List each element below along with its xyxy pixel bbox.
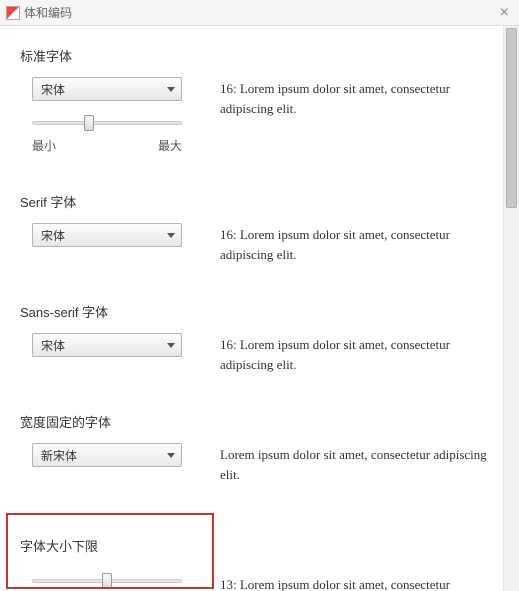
fixed-controls: 新宋体 xyxy=(20,443,190,467)
serif-controls: 宋体 xyxy=(20,223,190,247)
minsize-controls xyxy=(20,573,190,589)
section-sansserif: Sans-serif 字体 宋体 16: Lorem ipsum dolor s… xyxy=(20,302,489,374)
sansserif-title: Sans-serif 字体 xyxy=(20,302,489,321)
slider-thumb[interactable] xyxy=(102,573,112,589)
section-standard: 标准字体 宋体 最小 最大 16: Lorem ip xyxy=(20,46,489,154)
chevron-down-icon xyxy=(167,453,175,458)
slider-thumb[interactable] xyxy=(84,115,94,131)
titlebar-left: 体和编码 xyxy=(6,4,72,21)
slider-min-label: 最小 xyxy=(32,137,56,154)
fixed-sample: Lorem ipsum dolor sit amet, consectetur … xyxy=(220,443,489,484)
fixed-title: 宽度固定的字体 xyxy=(20,412,489,431)
sansserif-controls: 宋体 xyxy=(20,333,190,357)
content: 标准字体 宋体 最小 最大 16: Lorem ip xyxy=(0,26,503,591)
standard-size-slider[interactable] xyxy=(32,115,182,131)
minsize-title: 字体大小下限 xyxy=(20,536,489,555)
scrollbar-thumb[interactable] xyxy=(506,28,517,208)
titlebar: 体和编码 × xyxy=(0,0,519,26)
slider-track xyxy=(32,121,182,125)
standard-sample: 16: Lorem ipsum dolor sit amet, consecte… xyxy=(220,77,489,118)
serif-sample: 16: Lorem ipsum dolor sit amet, consecte… xyxy=(220,223,489,264)
standard-row: 宋体 最小 最大 16: Lorem ipsum dolor sit amet,… xyxy=(20,77,489,154)
scrollbar[interactable] xyxy=(503,26,519,591)
fixed-font-value: 新宋体 xyxy=(41,447,77,464)
section-fixed: 宽度固定的字体 新宋体 Lorem ipsum dolor sit amet, … xyxy=(20,412,489,484)
chevron-down-icon xyxy=(167,233,175,238)
window-title: 体和编码 xyxy=(24,4,72,21)
section-minsize: 字体大小下限 13: Lorem ipsum dolor sit amet, c… xyxy=(20,522,489,591)
chevron-down-icon xyxy=(167,343,175,348)
minsize-row: 13: Lorem ipsum dolor sit amet, consecte… xyxy=(20,573,489,591)
fixed-font-dropdown[interactable]: 新宋体 xyxy=(32,443,182,467)
slider-max-label: 最大 xyxy=(158,137,182,154)
fixed-row: 新宋体 Lorem ipsum dolor sit amet, consecte… xyxy=(20,443,489,484)
sansserif-row: 宋体 16: Lorem ipsum dolor sit amet, conse… xyxy=(20,333,489,374)
chevron-down-icon xyxy=(167,87,175,92)
serif-font-value: 宋体 xyxy=(41,227,65,244)
standard-controls: 宋体 最小 最大 xyxy=(20,77,190,154)
standard-title: 标准字体 xyxy=(20,46,489,65)
minsize-sample: 13: Lorem ipsum dolor sit amet, consecte… xyxy=(220,573,489,591)
standard-font-dropdown[interactable]: 宋体 xyxy=(32,77,182,101)
sansserif-font-dropdown[interactable]: 宋体 xyxy=(32,333,182,357)
slider-labels: 最小 最大 xyxy=(32,137,182,154)
window-icon xyxy=(6,6,20,20)
serif-font-dropdown[interactable]: 宋体 xyxy=(32,223,182,247)
close-button[interactable]: × xyxy=(496,4,513,22)
minsize-slider[interactable] xyxy=(32,573,182,589)
standard-font-value: 宋体 xyxy=(41,81,65,98)
section-serif: Serif 字体 宋体 16: Lorem ipsum dolor sit am… xyxy=(20,192,489,264)
content-wrap: 标准字体 宋体 最小 最大 16: Lorem ip xyxy=(0,26,519,591)
serif-row: 宋体 16: Lorem ipsum dolor sit amet, conse… xyxy=(20,223,489,264)
serif-title: Serif 字体 xyxy=(20,192,489,211)
sansserif-font-value: 宋体 xyxy=(41,337,65,354)
sansserif-sample: 16: Lorem ipsum dolor sit amet, consecte… xyxy=(220,333,489,374)
